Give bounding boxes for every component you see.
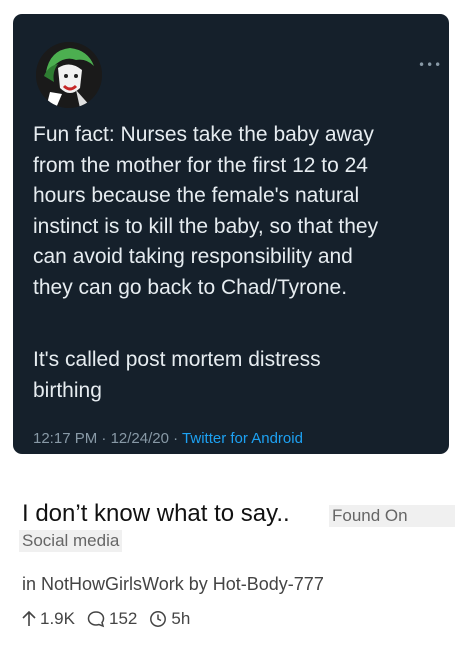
tweet-meta: 12:17 PM · 12/24/20 · Twitter for Androi… [33, 430, 303, 447]
post-stats: 1.9K 152 5h [22, 609, 202, 629]
comment-bubble-icon [87, 611, 105, 628]
by-label: by [188, 574, 208, 594]
post-flair[interactable]: Found On [329, 505, 455, 527]
age-stat: 5h [149, 609, 190, 629]
meta-separator: · [173, 430, 179, 447]
post-flair-continued[interactable]: Social media [19, 530, 123, 552]
meta-separator: · [101, 430, 107, 447]
upvote-count: 1.9K [40, 609, 75, 628]
post-title[interactable]: I don’t know what to say.. [22, 500, 290, 528]
tweet-source-link[interactable]: Twitter for Android [182, 430, 303, 447]
subreddit-link[interactable]: NotHowGirlsWork [41, 574, 184, 594]
post-meta: in NotHowGirlsWork by Hot-Body-777 [22, 574, 324, 595]
arrow-up-icon [22, 611, 36, 626]
upvote-stat[interactable]: 1.9K [22, 609, 75, 629]
in-label: in [22, 574, 37, 594]
post-age: 5h [171, 609, 191, 628]
tweet-text: Fun fact: Nurses take the baby away from… [33, 123, 379, 299]
tweet-text-continued: It's called post mortem distress birthin… [33, 348, 321, 402]
comment-stat[interactable]: 152 [87, 609, 137, 629]
clock-icon [150, 611, 167, 627]
tweet-time: 12:17 PM [33, 430, 98, 447]
tweet-screenshot-card: ••• Fun fact: Nurses take the baby away … [13, 14, 449, 454]
tweet-date: 12/24/20 [110, 430, 169, 447]
comment-count: 152 [108, 609, 138, 628]
joker-avatar-icon [36, 42, 102, 108]
avatar [36, 42, 102, 108]
more-dots-icon[interactable]: ••• [418, 58, 442, 72]
author-link[interactable]: Hot-Body-777 [213, 574, 324, 594]
